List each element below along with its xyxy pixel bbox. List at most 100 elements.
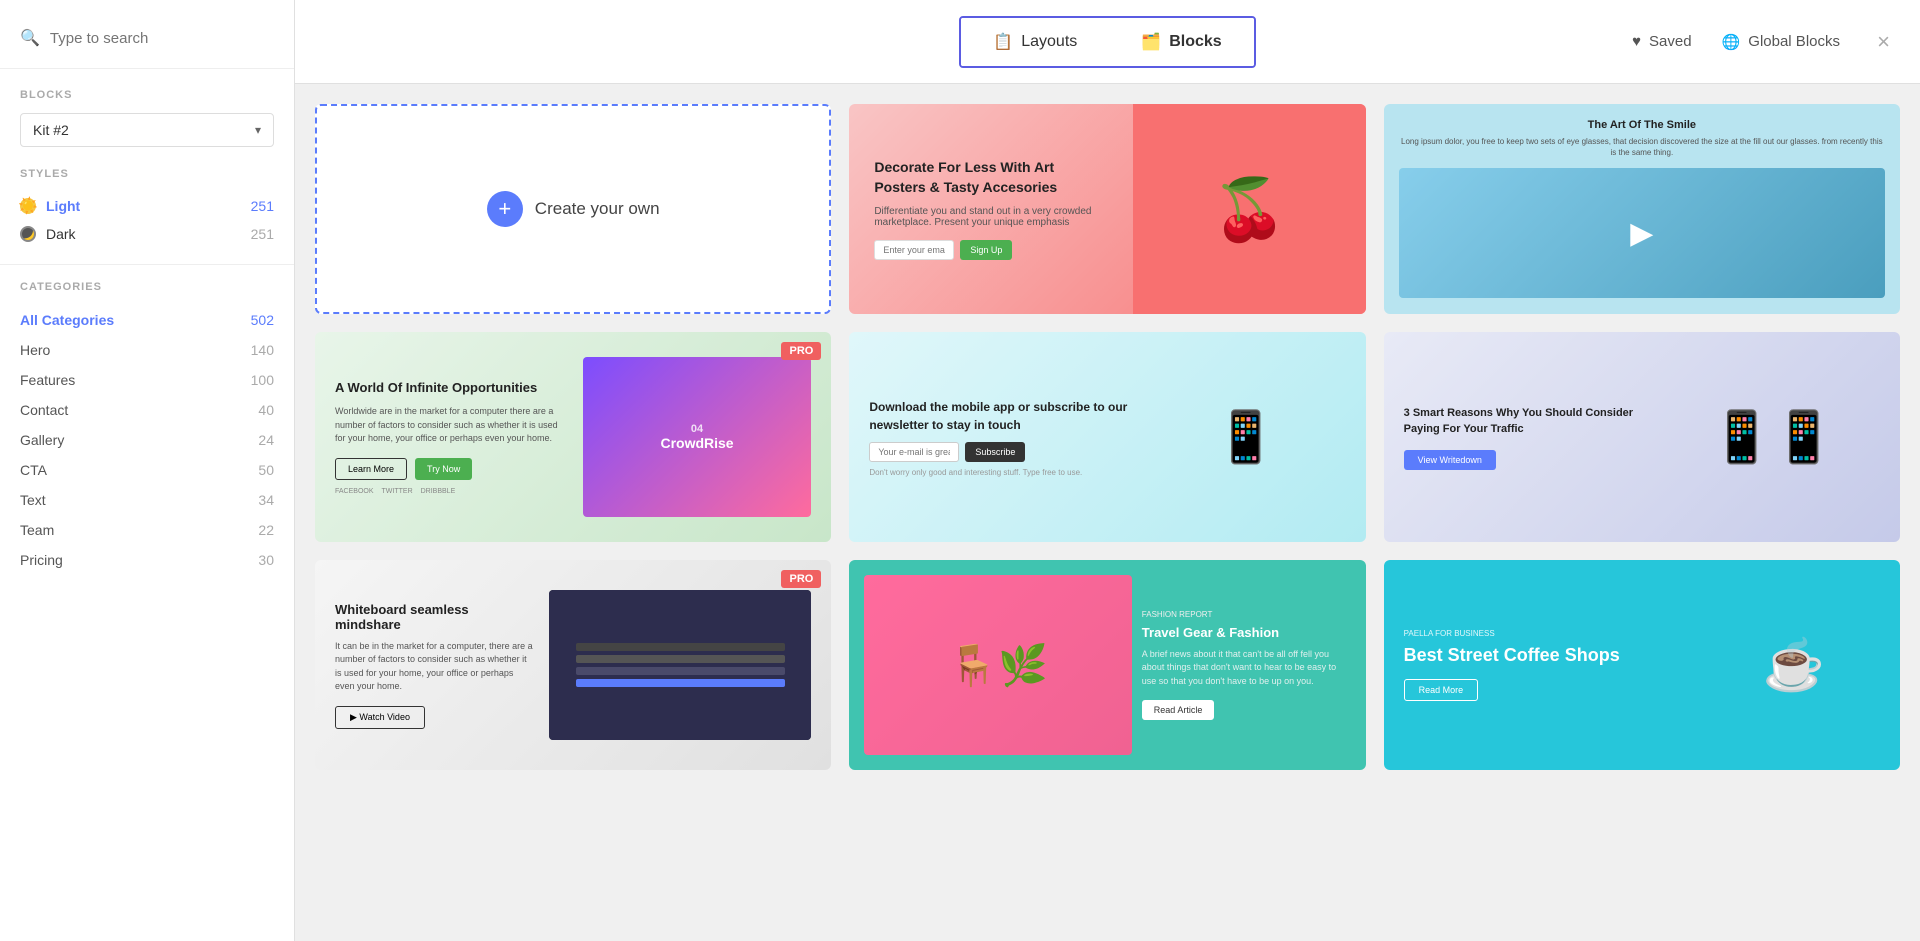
crowd-sub: Worldwide are in the market for a comput…: [335, 405, 568, 446]
pro-badge: PRO: [781, 342, 821, 360]
saved-nav-item[interactable]: ♥ Saved: [1632, 33, 1691, 50]
global-blocks-label: Global Blocks: [1748, 33, 1840, 50]
category-cta-label: CTA: [20, 462, 47, 478]
category-hero-label: Hero: [20, 342, 50, 358]
cherry-card[interactable]: Decorate For Less With Art Posters & Tas…: [849, 104, 1365, 314]
pro-badge-2: PRO: [781, 570, 821, 588]
smile-card[interactable]: The Art Of The Smile Long ipsum dolor, y…: [1384, 104, 1900, 314]
style-dark-label: Dark: [46, 226, 76, 242]
global-blocks-nav-item[interactable]: 🌐 Global Blocks: [1722, 33, 1840, 51]
heart-icon: ♥: [1632, 33, 1641, 50]
cherry-signup-btn[interactable]: Sign Up: [960, 240, 1012, 260]
crowd-learn-btn[interactable]: Learn More: [335, 458, 407, 480]
categories-title: CATEGORIES: [20, 281, 274, 293]
category-features[interactable]: Features 100: [20, 365, 274, 395]
style-light-label: Light: [46, 198, 80, 214]
tab-blocks-label: Blocks: [1169, 33, 1221, 51]
blocks-grid: + Create your own Decorate For Less With…: [315, 104, 1900, 770]
mobile-title: Download the mobile app or subscribe to …: [869, 398, 1130, 434]
smile-sub: Long ipsum dolor, you free to keep two s…: [1399, 136, 1885, 158]
mobile-email-input[interactable]: [869, 442, 959, 462]
whiteboard-watch-btn[interactable]: ▶ Watch Video: [335, 706, 425, 729]
blocks-section: BLOCKS Kit #2 ▾: [0, 69, 294, 152]
kit-selector[interactable]: Kit #2 ▾: [20, 113, 274, 147]
travel-read-btn[interactable]: Read Article: [1142, 700, 1215, 720]
travel-sub: A brief news about it that can't be all …: [1142, 648, 1351, 689]
category-text[interactable]: Text 34: [20, 485, 274, 515]
reasons-title: 3 Smart Reasons Why You Should Consider …: [1404, 405, 1651, 438]
reasons-view-btn[interactable]: View Writedown: [1404, 450, 1496, 470]
mobile-subscribe-btn[interactable]: Subscribe: [965, 442, 1025, 462]
category-contact-count: 40: [258, 402, 274, 418]
category-pricing-count: 30: [258, 552, 274, 568]
smile-title: The Art Of The Smile: [1588, 119, 1696, 131]
main-content: 📋 Layouts 🗂️ Blocks ♥ Saved 🌐 Global Blo…: [295, 0, 1920, 941]
tab-blocks[interactable]: 🗂️ Blocks: [1109, 18, 1253, 66]
crowdrise-card[interactable]: PRO A World Of Infinite Opportunities Wo…: [315, 332, 831, 542]
kit-label: Kit #2: [33, 122, 69, 138]
tab-layouts-label: Layouts: [1021, 33, 1077, 51]
category-contact-label: Contact: [20, 402, 68, 418]
category-pricing-label: Pricing: [20, 552, 63, 568]
style-dark-count: 251: [251, 226, 274, 242]
search-icon: 🔍: [20, 28, 40, 48]
close-button[interactable]: ×: [1877, 29, 1890, 55]
category-all-count: 502: [251, 312, 274, 328]
category-contact[interactable]: Contact 40: [20, 395, 274, 425]
saved-label: Saved: [1649, 33, 1692, 50]
blocks-title: BLOCKS: [20, 89, 274, 101]
category-cta[interactable]: CTA 50: [20, 455, 274, 485]
coffee-card[interactable]: PAELLA FOR BUSINESS Best Street Coffee S…: [1384, 560, 1900, 770]
sidebar: 🔍 BLOCKS Kit #2 ▾ STYLES ☀️ Light 251: [0, 0, 295, 941]
search-input[interactable]: [50, 30, 274, 47]
travel-card[interactable]: 🪑🌿 FASHION REPORT Travel Gear & Fashion …: [849, 560, 1365, 770]
blocks-icon: 🗂️: [1141, 32, 1161, 52]
cherry-image: 🍒: [1133, 104, 1365, 314]
style-dark[interactable]: 🌙 Dark 251: [20, 220, 274, 248]
tab-layouts[interactable]: 📋 Layouts: [961, 18, 1109, 66]
category-team-count: 22: [258, 522, 274, 538]
moon-icon: 🌙: [20, 226, 36, 242]
category-gallery-label: Gallery: [20, 432, 64, 448]
category-cta-count: 50: [258, 462, 274, 478]
crowd-title: A World Of Infinite Opportunities: [335, 379, 568, 397]
nav-extras: ♥ Saved 🌐 Global Blocks: [1632, 33, 1840, 51]
category-hero[interactable]: Hero 140: [20, 335, 274, 365]
reasons-card[interactable]: 3 Smart Reasons Why You Should Consider …: [1384, 332, 1900, 542]
top-nav: 📋 Layouts 🗂️ Blocks ♥ Saved 🌐 Global Blo…: [295, 0, 1920, 84]
category-pricing[interactable]: Pricing 30: [20, 545, 274, 575]
styles-section: STYLES ☀️ Light 251 🌙 Dark 251: [0, 152, 294, 265]
globe-icon: 🌐: [1722, 33, 1741, 51]
mobile-card[interactable]: Download the mobile app or subscribe to …: [849, 332, 1365, 542]
cherry-title: Decorate For Less With Art Posters & Tas…: [874, 158, 1108, 197]
reasons-image: 📱📱: [1666, 362, 1880, 512]
cherry-email-input[interactable]: [874, 240, 954, 260]
category-features-count: 100: [251, 372, 274, 388]
sun-icon: ☀️: [20, 198, 36, 214]
create-own-card[interactable]: + Create your own: [315, 104, 831, 314]
category-text-label: Text: [20, 492, 46, 508]
travel-small-label: FASHION REPORT: [1142, 610, 1351, 619]
crowd-image: 04 CrowdRise: [583, 357, 812, 517]
style-light[interactable]: ☀️ Light 251: [20, 192, 274, 220]
category-hero-count: 140: [251, 342, 274, 358]
crowd-link-dr: DRIBBBLE: [421, 488, 456, 495]
crowd-try-btn[interactable]: Try Now: [415, 458, 472, 480]
plus-icon: +: [487, 191, 523, 227]
whiteboard-card[interactable]: PRO Whiteboard seamless mindshare It can…: [315, 560, 831, 770]
category-team-label: Team: [20, 522, 54, 538]
category-all[interactable]: All Categories 502: [20, 305, 274, 335]
category-gallery[interactable]: Gallery 24: [20, 425, 274, 455]
style-light-count: 251: [251, 198, 274, 214]
category-team[interactable]: Team 22: [20, 515, 274, 545]
travel-title: Travel Gear & Fashion: [1142, 625, 1351, 640]
categories-section: CATEGORIES All Categories 502 Hero 140 F…: [0, 265, 294, 591]
mobile-note: Don't worry only good and interesting st…: [869, 468, 1130, 477]
coffee-image: ☕: [1678, 560, 1900, 770]
whiteboard-sub: It can be in the market for a computer, …: [335, 640, 534, 694]
coffee-read-btn[interactable]: Read More: [1404, 679, 1479, 701]
crowd-link-fb: FACEBOOK: [335, 488, 374, 495]
category-gallery-count: 24: [258, 432, 274, 448]
grid-area: + Create your own Decorate For Less With…: [295, 84, 1920, 941]
styles-title: STYLES: [20, 168, 274, 180]
